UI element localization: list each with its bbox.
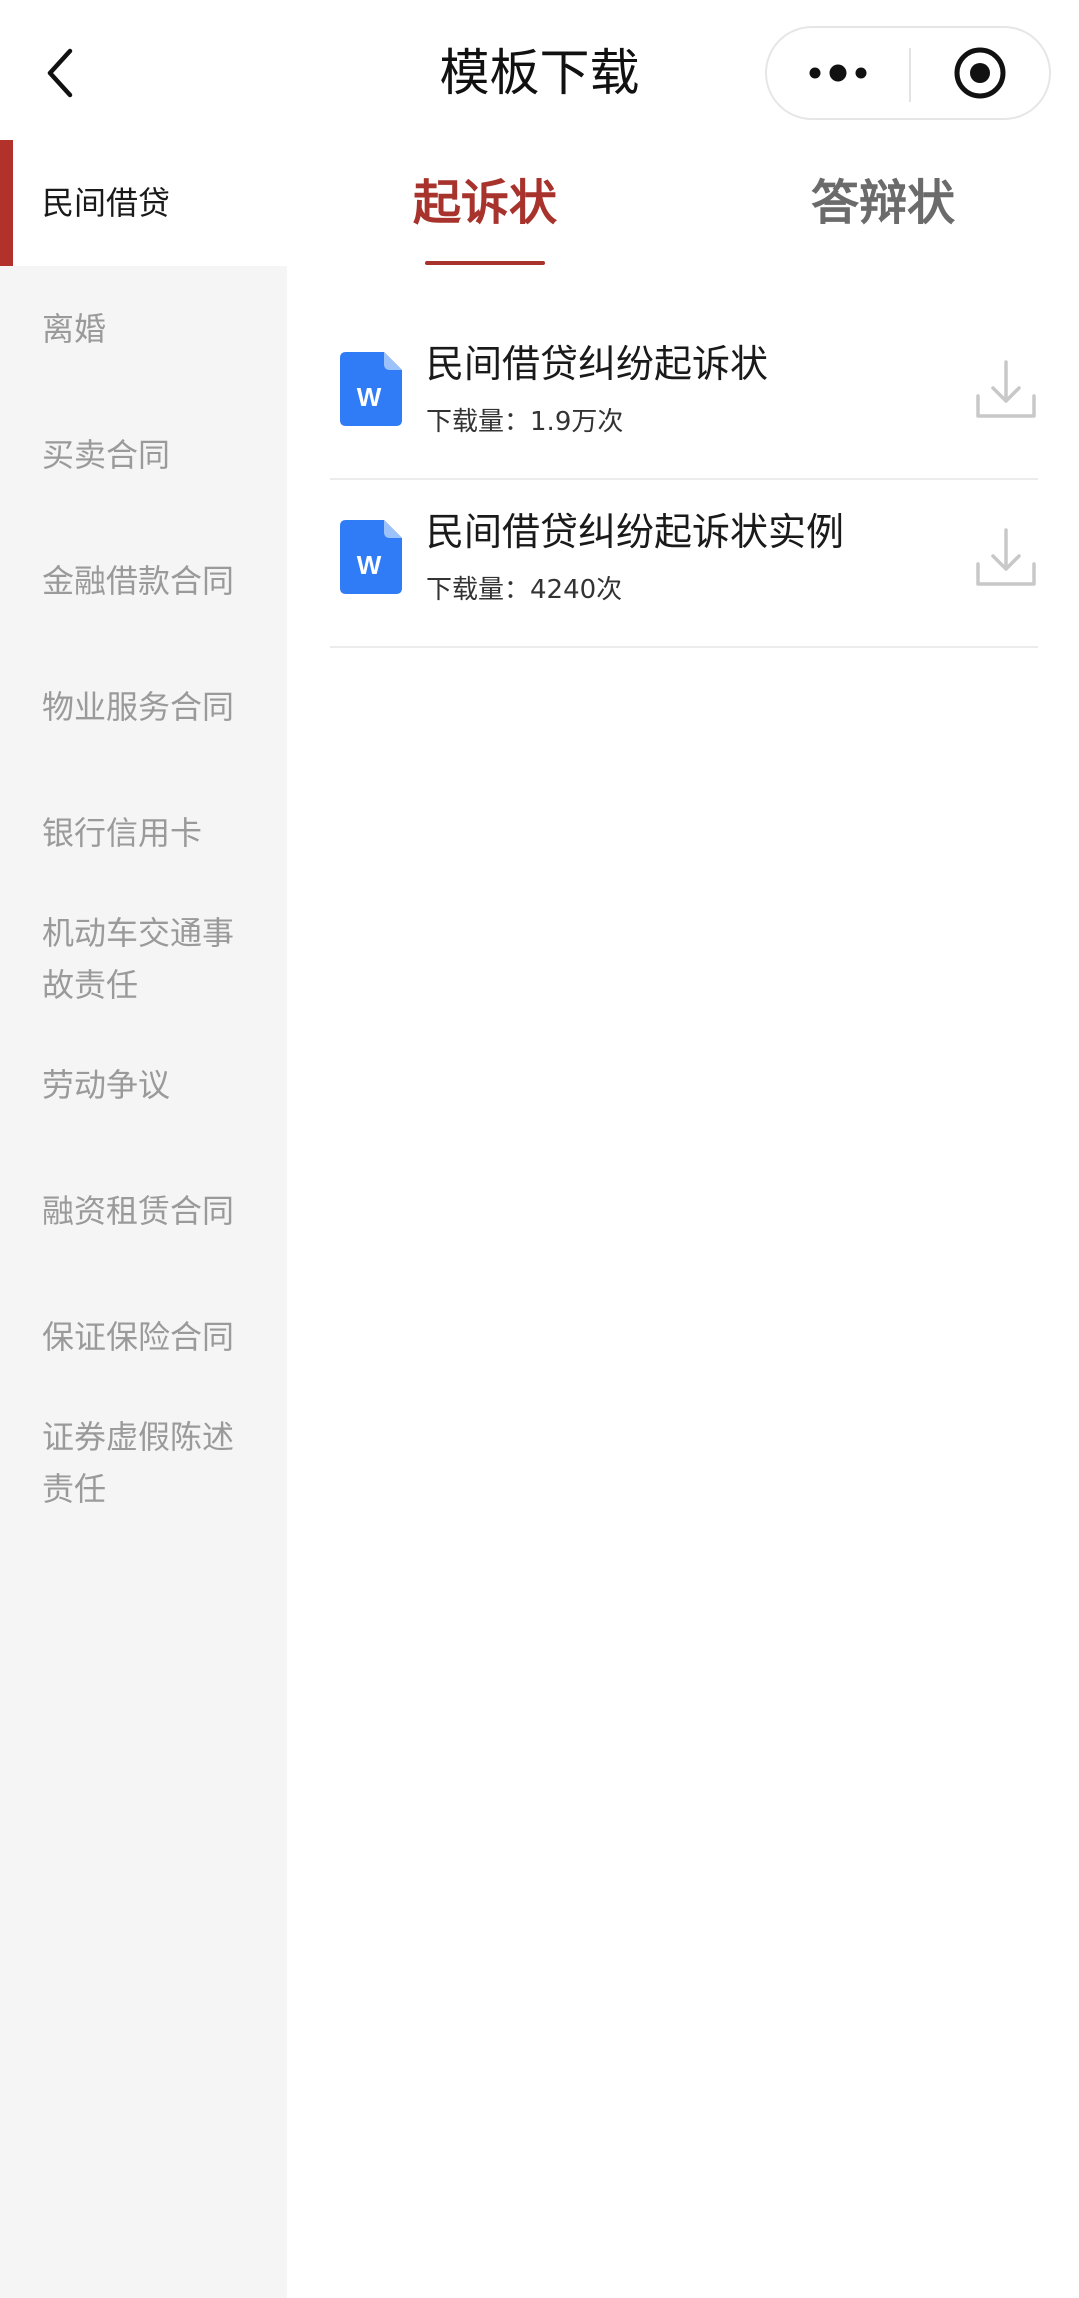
download-count: 下载量：1.9万次 [426, 402, 623, 442]
sidebar-item-label: 物业服务合同 [42, 688, 235, 726]
svg-text:W: W [357, 550, 382, 580]
sidebar-item-label: 民间借贷 [42, 184, 171, 222]
download-button[interactable] [974, 524, 1038, 592]
sidebar-item-label: 机动车交通事故责任 [42, 914, 235, 1004]
list-item[interactable]: W 民间借贷纠纷起诉状实例 下载量：4240次 [330, 480, 1038, 648]
sidebar-item-label: 劳动争议 [42, 1066, 171, 1104]
tab-complaint[interactable]: 起诉状 [365, 158, 605, 248]
back-button[interactable] [30, 38, 90, 108]
document-type-tabs: 起诉状 答辩状 [287, 140, 1079, 270]
sidebar-item-sales-contract[interactable]: 买卖合同 [0, 392, 287, 518]
target-circle-icon [954, 47, 1006, 99]
sidebar-item-financial-loan-contract[interactable]: 金融借款合同 [0, 518, 287, 644]
download-icon [976, 360, 1036, 418]
sidebar-item-motor-vehicle-accident[interactable]: 机动车交通事故责任 [0, 896, 287, 1022]
sidebar-item-label: 证券虚假陈述责任 [42, 1418, 235, 1508]
download-count-value: 1.9万次 [530, 407, 624, 437]
download-button[interactable] [974, 356, 1038, 424]
more-dots-icon [809, 64, 867, 82]
template-title: 民间借贷纠纷起诉状实例 [426, 510, 845, 554]
close-mini-program-button[interactable] [911, 28, 1049, 118]
page: 模板下载 民间借贷 离婚 买卖合同 金融借款合同 物业服务合同 银行信用卡 机动… [0, 0, 1079, 2298]
sidebar-item-bank-credit-card[interactable]: 银行信用卡 [0, 770, 287, 896]
sidebar-item-securities-misrepresentation[interactable]: 证券虚假陈述责任 [0, 1400, 287, 1526]
category-sidebar: 民间借贷 离婚 买卖合同 金融借款合同 物业服务合同 银行信用卡 机动车交通事故… [0, 140, 287, 2298]
word-doc-icon: W [340, 520, 402, 594]
sidebar-item-label: 离婚 [42, 310, 107, 348]
list-item[interactable]: W 民间借贷纠纷起诉状 下载量：1.9万次 [330, 312, 1038, 480]
tab-label: 答辩状 [810, 175, 955, 231]
chevron-left-icon [47, 48, 73, 98]
active-tab-indicator [425, 261, 545, 265]
download-icon [976, 528, 1036, 586]
sidebar-item-label: 保证保险合同 [42, 1318, 235, 1356]
navigation-bar: 模板下载 [0, 0, 1079, 140]
tab-label: 起诉状 [412, 175, 557, 231]
download-count-value: 4240次 [530, 575, 623, 605]
sidebar-item-labor-dispute[interactable]: 劳动争议 [0, 1022, 287, 1148]
sidebar-item-property-service-contract[interactable]: 物业服务合同 [0, 644, 287, 770]
mini-program-capsule [765, 26, 1051, 120]
download-count-label: 下载量： [426, 407, 531, 437]
download-count-label: 下载量： [426, 575, 531, 605]
svg-text:W: W [357, 382, 382, 412]
download-count: 下载量：4240次 [426, 570, 622, 610]
sidebar-item-finance-lease-contract[interactable]: 融资租赁合同 [0, 1148, 287, 1274]
sidebar-item-divorce[interactable]: 离婚 [0, 266, 287, 392]
sidebar-item-guarantee-insurance-contract[interactable]: 保证保险合同 [0, 1274, 287, 1400]
more-button[interactable] [767, 28, 909, 118]
sidebar-item-label: 银行信用卡 [42, 814, 203, 852]
word-doc-icon: W [340, 352, 402, 426]
sidebar-item-label: 买卖合同 [42, 436, 171, 474]
template-list: W 民间借贷纠纷起诉状 下载量：1.9万次 W 民间借贷纠纷起诉状实例 下载量：… [330, 312, 1038, 648]
tab-defense[interactable]: 答辩状 [763, 158, 1003, 248]
sidebar-item-label: 金融借款合同 [42, 562, 235, 600]
sidebar-item-private-lending[interactable]: 民间借贷 [0, 140, 287, 266]
template-title: 民间借贷纠纷起诉状 [426, 342, 769, 386]
sidebar-item-label: 融资租赁合同 [42, 1192, 235, 1230]
